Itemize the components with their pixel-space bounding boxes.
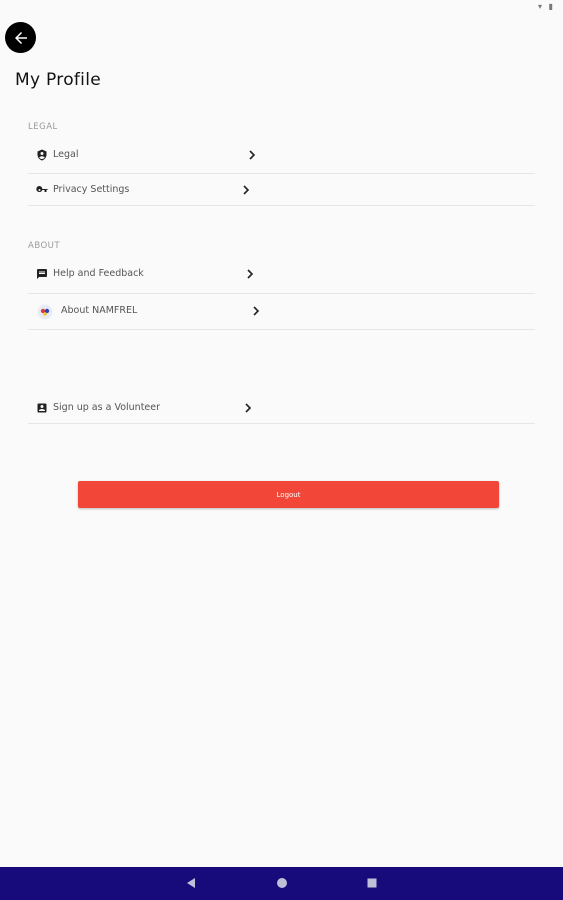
message-icon — [36, 268, 48, 280]
chevron-right-icon — [248, 150, 256, 160]
section-header-legal: LEGAL — [28, 122, 58, 132]
namfrel-logo-icon — [37, 304, 53, 320]
home-circle-icon[interactable] — [275, 876, 289, 890]
arrow-left-icon — [12, 29, 30, 47]
menu-item-label: Legal — [53, 149, 79, 160]
chevron-right-icon — [242, 185, 250, 195]
page-title: My Profile — [15, 70, 101, 90]
system-nav-bar — [0, 867, 563, 900]
status-icons: ▾ ▮ — [538, 2, 555, 11]
chevron-right-icon — [244, 403, 252, 413]
contact-card-icon — [36, 402, 48, 414]
shield-icon — [36, 149, 48, 161]
menu-item-about-namfrel[interactable]: About NAMFREL — [28, 294, 535, 330]
menu-item-sign-up-volunteer[interactable]: Sign up as a Volunteer — [28, 392, 535, 424]
menu-item-label: Help and Feedback — [53, 268, 144, 279]
back-triangle-icon[interactable] — [184, 876, 198, 890]
key-icon — [36, 184, 48, 196]
chevron-right-icon — [246, 269, 254, 279]
chevron-right-icon — [252, 306, 260, 316]
menu-item-privacy-settings[interactable]: Privacy Settings — [28, 174, 535, 206]
menu-item-label: About NAMFREL — [61, 305, 138, 316]
menu-item-label: Sign up as a Volunteer — [53, 402, 161, 413]
menu-item-help-and-feedback[interactable]: Help and Feedback — [28, 258, 535, 294]
logout-button[interactable]: Logout — [78, 481, 499, 508]
status-bar: ▾ ▮ — [0, 0, 563, 14]
recents-square-icon[interactable] — [365, 876, 379, 890]
menu-item-legal[interactable]: Legal — [28, 140, 535, 174]
back-button[interactable] — [5, 22, 36, 53]
section-header-about: ABOUT — [28, 241, 61, 251]
menu-item-label: Privacy Settings — [53, 184, 130, 195]
